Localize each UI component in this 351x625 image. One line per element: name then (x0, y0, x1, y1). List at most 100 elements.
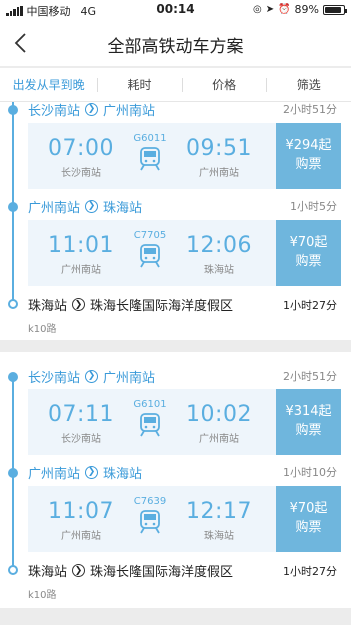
arrival: 09:51 广州南站 (174, 136, 264, 179)
train-ticket[interactable]: 11:01 广州南站 C7705 12:06 珠海站 ¥70起 购票 (28, 220, 341, 286)
departure: 11:01 广州南站 (36, 233, 126, 276)
departure-station: 广州南站 (61, 265, 101, 276)
plan-card[interactable]: 长沙南站 ❯ 广州南站 2小时51分 07:00 长沙南站 G6011 09:5… (0, 102, 351, 340)
final-duration: 1小时27分 (283, 298, 337, 312)
arrival-time: 12:17 (186, 499, 252, 524)
final-from: 珠海站 (28, 565, 68, 580)
leg-duration: 1小时5分 (290, 200, 337, 213)
departure-time: 07:00 (48, 136, 114, 161)
leg-header: 广州南站 ❯ 珠海站 1小时10分 (28, 463, 337, 482)
tab-duration[interactable]: 耗时 (97, 68, 182, 101)
arrival: 12:06 珠海站 (174, 233, 264, 276)
status-right: ◎ ➤ ⏰ 89% (252, 3, 347, 16)
tab-depart-early-to-late[interactable]: 出发从早到晚 (0, 68, 97, 101)
departure: 11:07 广州南站 (36, 499, 126, 542)
train-info: C7639 (124, 496, 176, 534)
train-icon (140, 147, 160, 171)
leg-from: 广州南站 (28, 200, 81, 216)
buy-ticket-button[interactable]: ¥70起 购票 (276, 220, 341, 286)
buy-ticket-button[interactable]: ¥294起 购票 (276, 123, 341, 189)
lock-rotation-icon: ◎ (252, 4, 262, 15)
departure-station: 广州南站 (61, 531, 101, 542)
buy-label: 购票 (295, 520, 322, 535)
train-number: C7639 (133, 496, 167, 507)
location-icon: ➤ (265, 4, 275, 15)
leg-to: 珠海站 (103, 466, 143, 482)
train-info: G6101 (124, 399, 176, 437)
tab-filter[interactable]: 筛选 (266, 68, 351, 101)
departure-station: 长沙南站 (61, 434, 101, 445)
arrival-station: 广州南站 (199, 168, 239, 179)
alarm-icon: ⏰ (278, 4, 291, 15)
train-ticket[interactable]: 07:11 长沙南站 G6101 10:02 广州南站 ¥314起 购票 (28, 389, 341, 455)
leg-duration: 2小时51分 (283, 103, 337, 116)
buy-label: 购票 (295, 423, 322, 438)
final-duration: 1小时27分 (283, 564, 337, 578)
bus-line: k10路 (28, 590, 57, 601)
arrival-time: 09:51 (186, 136, 252, 161)
buy-ticket-button[interactable]: ¥70起 购票 (276, 486, 341, 552)
sort-filter-tabs: 出发从早到晚 耗时 价格 筛选 (0, 68, 351, 102)
leg-duration: 2小时51分 (283, 370, 337, 383)
battery-icon (323, 4, 347, 15)
buy-label: 购票 (295, 157, 322, 172)
route-dot (8, 468, 18, 478)
final-to: 珠海长隆国际海洋度假区 (90, 299, 234, 314)
status-bar: 中国移动 4G 00:14 ◎ ➤ ⏰ 89% (0, 0, 351, 20)
chevron-right-icon: ❯ (72, 298, 86, 311)
train-number: C7705 (133, 230, 167, 241)
arrival-time: 12:06 (186, 233, 252, 258)
leg-to: 广州南站 (103, 370, 156, 386)
route-dot (8, 202, 18, 212)
leg-duration: 1小时10分 (283, 466, 337, 479)
train-info: G6011 (124, 133, 176, 171)
leg-header: 广州南站 ❯ 珠海站 1小时5分 (28, 197, 337, 216)
arrival-station: 珠海站 (204, 265, 234, 276)
leg-to: 广州南站 (103, 103, 156, 119)
leg-from: 长沙南站 (28, 103, 81, 119)
departure-time: 11:01 (48, 233, 114, 258)
leg-header: 长沙南站 ❯ 广州南站 2小时51分 (28, 367, 337, 386)
chevron-right-icon: ❯ (85, 199, 99, 213)
train-icon (140, 413, 160, 437)
page-title: 全部高铁动车方案 (107, 37, 244, 57)
train-number: G6011 (133, 133, 167, 144)
departure-time: 07:11 (48, 402, 114, 427)
price-label: ¥314起 (285, 404, 332, 419)
train-icon (140, 244, 160, 268)
chevron-right-icon: ❯ (72, 564, 86, 577)
price-label: ¥70起 (289, 501, 328, 516)
chevron-right-icon: ❯ (85, 465, 99, 479)
leg-from: 广州南站 (28, 466, 81, 482)
route-dot (8, 105, 18, 115)
train-number: G6101 (133, 399, 167, 410)
final-to: 珠海长隆国际海洋度假区 (90, 565, 234, 580)
route-dot (8, 372, 18, 382)
destination-ring (8, 299, 18, 309)
chevron-right-icon: ❯ (85, 102, 99, 116)
departure: 07:11 长沙南站 (36, 402, 126, 445)
destination-ring (8, 565, 18, 575)
departure-time: 11:07 (48, 499, 114, 524)
buy-ticket-button[interactable]: ¥314起 购票 (276, 389, 341, 455)
arrival-station: 广州南站 (199, 434, 239, 445)
departure-station: 长沙南站 (61, 168, 101, 179)
train-ticket[interactable]: 11:07 广州南站 C7639 12:17 珠海站 ¥70起 购票 (28, 486, 341, 552)
train-info: C7705 (124, 230, 176, 268)
bus-line: k10路 (28, 324, 57, 335)
price-label: ¥70起 (289, 235, 328, 250)
arrival-time: 10:02 (186, 402, 252, 427)
departure: 07:00 长沙南站 (36, 136, 126, 179)
plan-card[interactable]: 长沙南站 ❯ 广州南站 2小时51分 07:11 长沙南站 G6101 10:0… (0, 352, 351, 608)
train-ticket[interactable]: 07:00 长沙南站 G6011 09:51 广州南站 ¥294起 购票 (28, 123, 341, 189)
train-icon (140, 510, 160, 534)
chevron-right-icon: ❯ (85, 369, 99, 383)
tab-price[interactable]: 价格 (181, 68, 267, 101)
final-leg: 珠海站 ❯ 珠海长隆国际海洋度假区 1小时27分 (28, 295, 337, 314)
nav-bar: 全部高铁动车方案 (0, 20, 351, 66)
arrival: 12:17 珠海站 (174, 499, 264, 542)
arrival: 10:02 广州南站 (174, 402, 264, 445)
buy-label: 购票 (295, 254, 322, 269)
final-leg: 珠海站 ❯ 珠海长隆国际海洋度假区 1小时27分 (28, 561, 337, 580)
price-label: ¥294起 (285, 138, 332, 153)
